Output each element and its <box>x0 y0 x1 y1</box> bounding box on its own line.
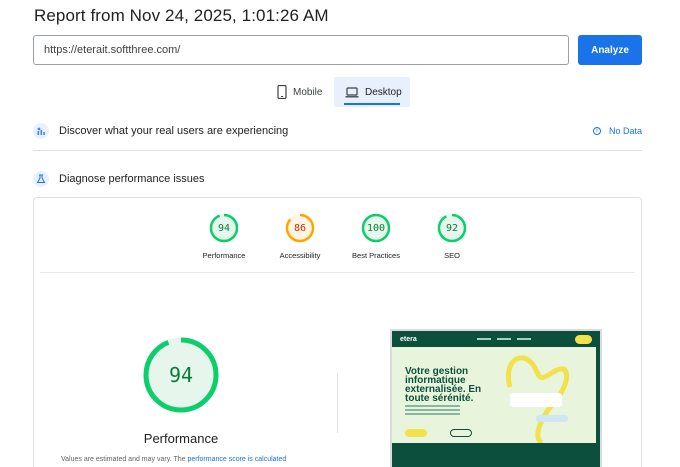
gauge-label: SEO <box>444 251 460 260</box>
active-tab-indicator <box>344 103 400 105</box>
info-icon: i <box>592 127 601 135</box>
report-title: Report from Nov 24, 2025, 1:01:26 AM <box>34 6 329 25</box>
final-screenshot: etera Votre gestion informatique externa… <box>390 329 602 467</box>
tab-mobile-label: Mobile <box>293 86 323 98</box>
gauge-label: Performance <box>202 251 246 260</box>
gauge-performance[interactable]: 94 Performance <box>186 213 262 260</box>
url-input[interactable] <box>33 35 569 65</box>
gauge-score: 100 <box>366 222 386 234</box>
score-calculation-link[interactable]: performance score is calculated <box>187 456 286 463</box>
card-divider <box>40 272 635 273</box>
crux-heading: Discover what your real users are experi… <box>59 125 289 137</box>
diagnose-section: Diagnose performance issues <box>33 171 642 187</box>
lab-results-card: 94 Performance 86 Accessibility 100 Best… <box>33 197 642 467</box>
gauge-score: 92 <box>445 222 459 234</box>
analyze-button[interactable]: Analyze <box>578 35 642 65</box>
tab-desktop-label: Desktop <box>365 86 402 98</box>
gauge-accessibility[interactable]: 86 Accessibility <box>262 213 338 260</box>
site-headline: Votre gestion informatique externalisée.… <box>405 366 482 404</box>
lab-flask-icon <box>33 171 49 187</box>
tab-mobile[interactable]: Mobile <box>272 77 332 107</box>
vertical-separator <box>337 373 338 433</box>
performance-big-gauge: 94 <box>141 335 221 415</box>
laptop-icon <box>345 86 359 97</box>
estimate-note-text: Values are estimated and may vary. The <box>61 456 188 463</box>
gauge-score: 86 <box>293 222 307 234</box>
gauge-best-practices[interactable]: 100 Best Practices <box>338 213 414 260</box>
gauge-score: 94 <box>217 222 231 234</box>
crux-section: Discover what your real users are experi… <box>33 123 642 139</box>
gauge-seo[interactable]: 92 SEO <box>414 213 490 260</box>
no-data-link[interactable]: i No Data <box>592 126 642 136</box>
performance-score: 94 <box>168 363 194 387</box>
gauge-label: Accessibility <box>279 251 321 260</box>
performance-title: Performance <box>143 431 219 446</box>
tab-desktop[interactable]: Desktop <box>334 77 410 107</box>
diagnose-heading: Diagnose performance issues <box>59 173 205 185</box>
no-data-label: No Data <box>608 126 642 136</box>
gauge-label: Best Practices <box>352 251 400 260</box>
site-logo: etera <box>400 335 417 343</box>
smartphone-icon <box>277 85 287 99</box>
users-chart-icon <box>33 123 49 139</box>
section-divider <box>33 150 642 151</box>
estimate-note: Values are estimated and may vary. The p… <box>61 456 286 463</box>
